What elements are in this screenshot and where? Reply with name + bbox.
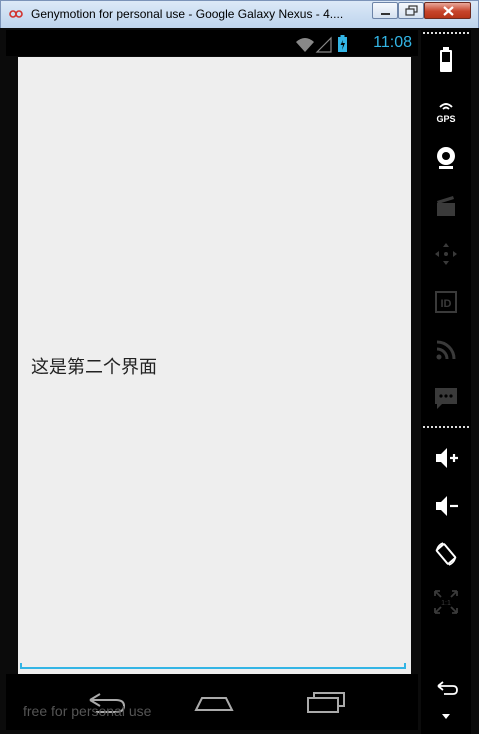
close-button[interactable]: [424, 2, 471, 19]
clapperboard-icon: [437, 196, 455, 216]
gps-widget-button[interactable]: GPS: [425, 94, 467, 130]
window-title-bar[interactable]: Genymotion for personal use - Google Gal…: [0, 0, 479, 28]
id-label: ID: [441, 298, 452, 310]
rotate-button[interactable]: [425, 536, 467, 572]
android-status-bar: 11:08: [6, 30, 418, 56]
window-title: Genymotion for personal use - Google Gal…: [31, 7, 344, 21]
volume-up-icon: [436, 448, 458, 468]
cell-signal-icon: [315, 36, 332, 53]
volume-down-icon: [436, 496, 458, 516]
pixel-perfect-button[interactable]: 1:1: [425, 584, 467, 620]
gps-label: GPS: [436, 114, 455, 124]
rotate-icon: [435, 542, 457, 566]
recent-apps-button[interactable]: [296, 684, 356, 720]
minimize-icon: [381, 13, 390, 15]
battery-icon: [440, 47, 452, 72]
remote-control-widget-button[interactable]: [425, 236, 467, 272]
toolbar-divider: [423, 32, 469, 34]
genymotion-toolbar: GPS ID 1:1: [421, 30, 471, 734]
home-icon: [194, 697, 234, 711]
screen-bottom-indicator: [20, 663, 406, 669]
volume-up-button[interactable]: [425, 440, 467, 476]
screen-message: 这是第二个界面: [31, 357, 157, 378]
screencast-widget-button[interactable]: [425, 188, 467, 224]
gps-icon: GPS: [436, 103, 456, 124]
network-widget-button[interactable]: [425, 332, 467, 368]
restore-button[interactable]: [398, 2, 424, 19]
minimize-button[interactable]: [372, 2, 398, 19]
status-icons: [296, 35, 347, 53]
battery-widget-button[interactable]: [425, 42, 467, 78]
dpad-icon: [435, 243, 457, 265]
wifi-icon: [296, 38, 314, 52]
webcam-widget-button[interactable]: [425, 140, 467, 176]
restore-icon: [405, 5, 418, 16]
back-arrow-icon: [437, 681, 458, 695]
toolbar-more-button[interactable]: [425, 706, 467, 726]
home-button[interactable]: [184, 684, 244, 720]
device-id-widget-button[interactable]: ID: [425, 284, 467, 320]
sms-widget-button[interactable]: [425, 380, 467, 416]
android-nav-bar: [6, 674, 418, 730]
close-icon: [443, 6, 454, 16]
genymotion-logo-icon: [9, 10, 23, 18]
chevron-down-icon: [442, 714, 450, 719]
toolbar-divider: [423, 426, 469, 428]
app-screen[interactable]: 这是第二个界面: [18, 57, 411, 674]
message-icon: [435, 388, 457, 409]
rss-icon: [436, 340, 456, 360]
pixel-perfect-icon: 1:1: [434, 590, 458, 614]
back-hardware-button[interactable]: [425, 670, 467, 706]
volume-down-button[interactable]: [425, 488, 467, 524]
id-card-icon: ID: [435, 291, 457, 313]
watermark-text: free for personal use: [23, 703, 152, 719]
recent-apps-icon: [307, 692, 345, 713]
pixel-perfect-label: 1:1: [441, 600, 451, 607]
battery-charging-icon: [338, 35, 347, 52]
webcam-icon: [437, 147, 455, 169]
status-clock: 11:08: [373, 34, 412, 51]
